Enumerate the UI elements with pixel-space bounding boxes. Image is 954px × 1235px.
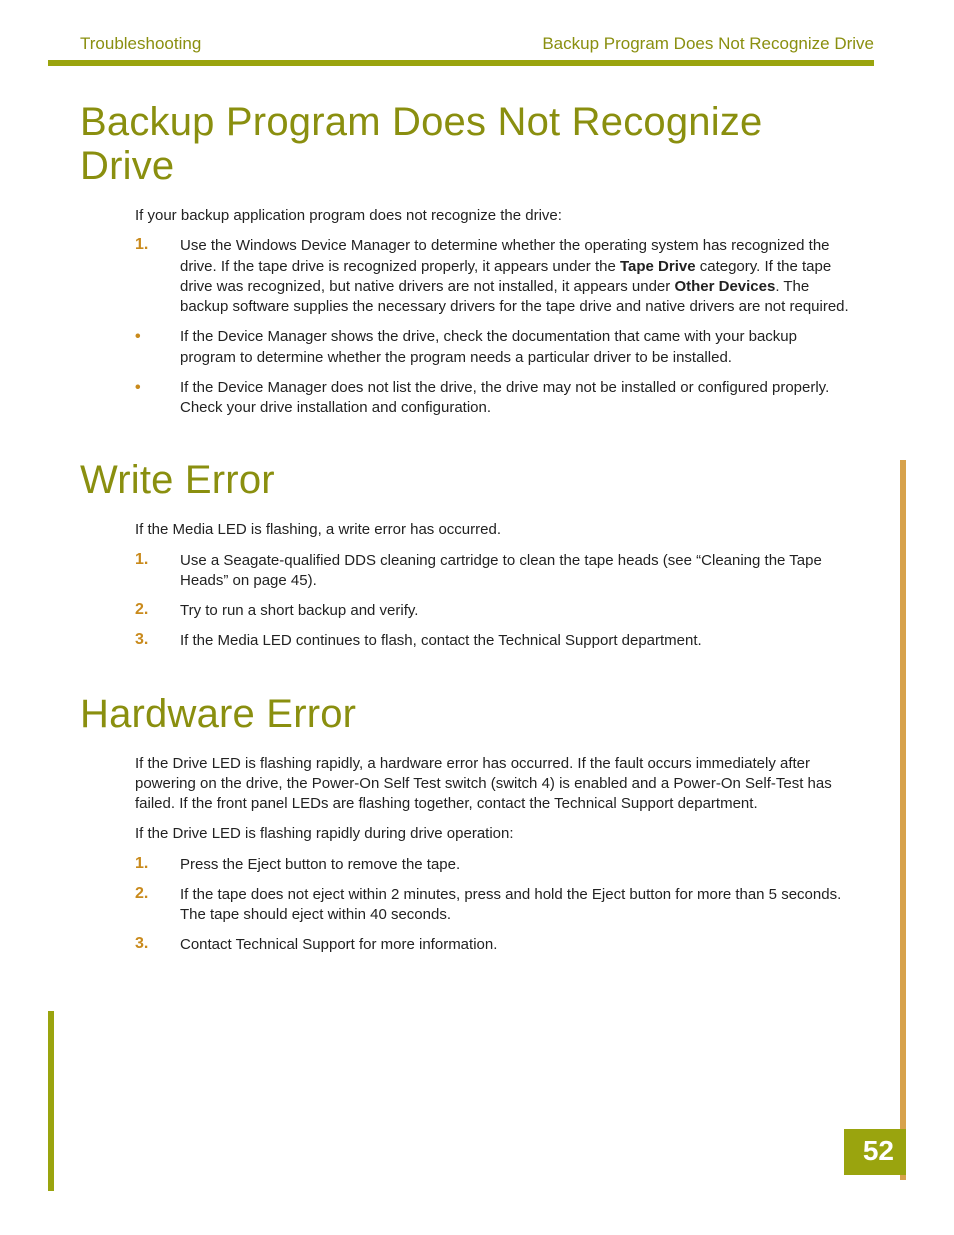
header-right: Backup Program Does Not Recognize Drive	[542, 34, 874, 54]
list-text: Contact Technical Support for more infor…	[180, 935, 850, 955]
list-marker: 2.	[135, 601, 180, 621]
list-text: Try to run a short backup and verify.	[180, 601, 850, 621]
list-item: 1. Press the Eject button to remove the …	[135, 855, 850, 875]
section-title: Hardware Error	[80, 692, 850, 736]
right-margin-bar	[900, 460, 906, 1180]
section-intro: If the Drive LED is flashing rapidly, a …	[135, 754, 850, 815]
list-marker: •	[135, 378, 180, 419]
list-text: Use the Windows Device Manager to determ…	[180, 236, 850, 317]
content-area: Backup Program Does Not Recognize Drive …	[80, 90, 850, 966]
left-margin-bar	[48, 1011, 54, 1191]
list-item: 3. If the Media LED continues to flash, …	[135, 631, 850, 651]
page-number: 52	[844, 1129, 906, 1175]
page: Troubleshooting Backup Program Does Not …	[0, 0, 954, 1235]
list-text: If the Device Manager shows the drive, c…	[180, 327, 850, 368]
running-header: Troubleshooting Backup Program Does Not …	[80, 34, 874, 54]
list-item: • If the Device Manager shows the drive,…	[135, 327, 850, 368]
list-marker: 2.	[135, 885, 180, 926]
list-item: 1. Use the Windows Device Manager to det…	[135, 236, 850, 317]
list-text: If the Device Manager does not list the …	[180, 378, 850, 419]
list-marker: 1.	[135, 236, 180, 317]
list-marker: 3.	[135, 935, 180, 955]
section-title: Backup Program Does Not Recognize Drive	[80, 100, 850, 188]
list-item: 3. Contact Technical Support for more in…	[135, 935, 850, 955]
list-text: Use a Seagate-qualified DDS cleaning car…	[180, 551, 850, 592]
section-list: 1. Use the Windows Device Manager to det…	[135, 236, 850, 418]
list-marker: 3.	[135, 631, 180, 651]
list-text: Press the Eject button to remove the tap…	[180, 855, 850, 875]
section-intro: If the Media LED is flashing, a write er…	[135, 520, 850, 540]
section-list: 1. Press the Eject button to remove the …	[135, 855, 850, 956]
section-title: Write Error	[80, 458, 850, 502]
list-text: If the Media LED continues to flash, con…	[180, 631, 850, 651]
section-list: 1. Use a Seagate-qualified DDS cleaning …	[135, 551, 850, 652]
list-marker: 1.	[135, 855, 180, 875]
header-left: Troubleshooting	[80, 34, 201, 54]
list-text: If the tape does not eject within 2 minu…	[180, 885, 850, 926]
section-intro-2: If the Drive LED is flashing rapidly dur…	[135, 824, 850, 844]
list-item: 2. If the tape does not eject within 2 m…	[135, 885, 850, 926]
list-item: 2. Try to run a short backup and verify.	[135, 601, 850, 621]
header-rule	[48, 60, 874, 66]
list-item: • If the Device Manager does not list th…	[135, 378, 850, 419]
list-marker: 1.	[135, 551, 180, 592]
section-intro: If your backup application program does …	[135, 206, 850, 226]
list-item: 1. Use a Seagate-qualified DDS cleaning …	[135, 551, 850, 592]
list-marker: •	[135, 327, 180, 368]
